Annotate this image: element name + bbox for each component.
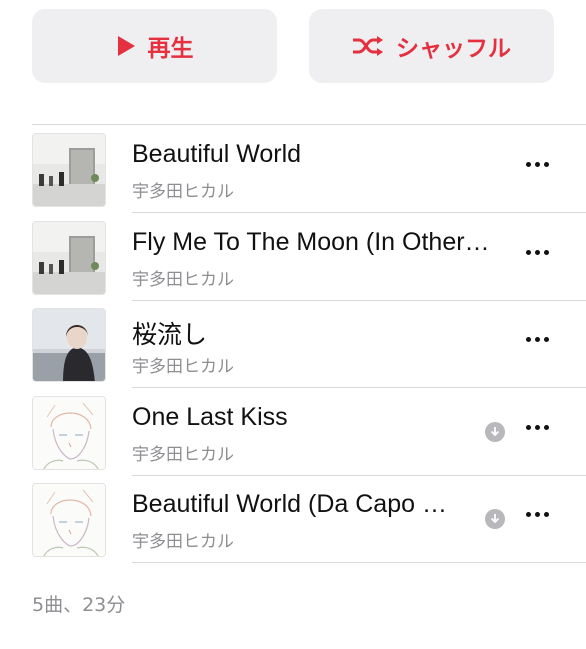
track-row[interactable]: Beautiful World (Da Capo Version) 宇多田ヒカル [0, 475, 586, 563]
more-options-button[interactable] [526, 162, 549, 167]
track-artist: 宇多田ヒカル [132, 445, 234, 465]
shuffle-icon [352, 35, 384, 57]
shuffle-button[interactable]: シャッフル [309, 9, 554, 83]
track-artist: 宇多田ヒカル [132, 532, 234, 552]
play-button[interactable]: 再生 [32, 9, 277, 83]
track-row[interactable]: Beautiful World 宇多田ヒカル [0, 125, 586, 213]
album-artwork [32, 221, 106, 295]
track-row[interactable]: One Last Kiss 宇多田ヒカル [0, 388, 586, 476]
more-options-button[interactable] [526, 250, 549, 255]
track-title: 桜流し [132, 321, 208, 349]
track-artist: 宇多田ヒカル [132, 357, 234, 377]
more-options-button[interactable] [526, 512, 549, 517]
more-options-button[interactable] [526, 337, 549, 342]
download-icon[interactable] [485, 422, 505, 442]
track-row[interactable]: 桜流し 宇多田ヒカル [0, 300, 586, 388]
track-title: Fly Me To The Moon (In Other Words) [132, 228, 494, 256]
album-artwork [32, 483, 106, 557]
track-row[interactable]: Fly Me To The Moon (In Other Words) 宇多田ヒ… [0, 213, 586, 301]
track-title: One Last Kiss [132, 403, 288, 431]
shuffle-button-label: シャッフル [396, 36, 511, 62]
play-button-label: 再生 [147, 36, 194, 62]
track-title: Beautiful World (Da Capo Version) [132, 490, 454, 518]
row-divider [132, 562, 586, 563]
play-icon [116, 35, 136, 57]
more-options-button[interactable] [526, 425, 549, 430]
album-artwork [32, 396, 106, 470]
download-icon[interactable] [485, 509, 505, 529]
album-artwork [32, 133, 106, 207]
album-artwork [32, 308, 106, 382]
track-artist: 宇多田ヒカル [132, 182, 234, 202]
track-title: Beautiful World [132, 140, 302, 168]
track-artist: 宇多田ヒカル [132, 270, 234, 290]
playlist-summary: 5曲、23分 [32, 594, 126, 616]
